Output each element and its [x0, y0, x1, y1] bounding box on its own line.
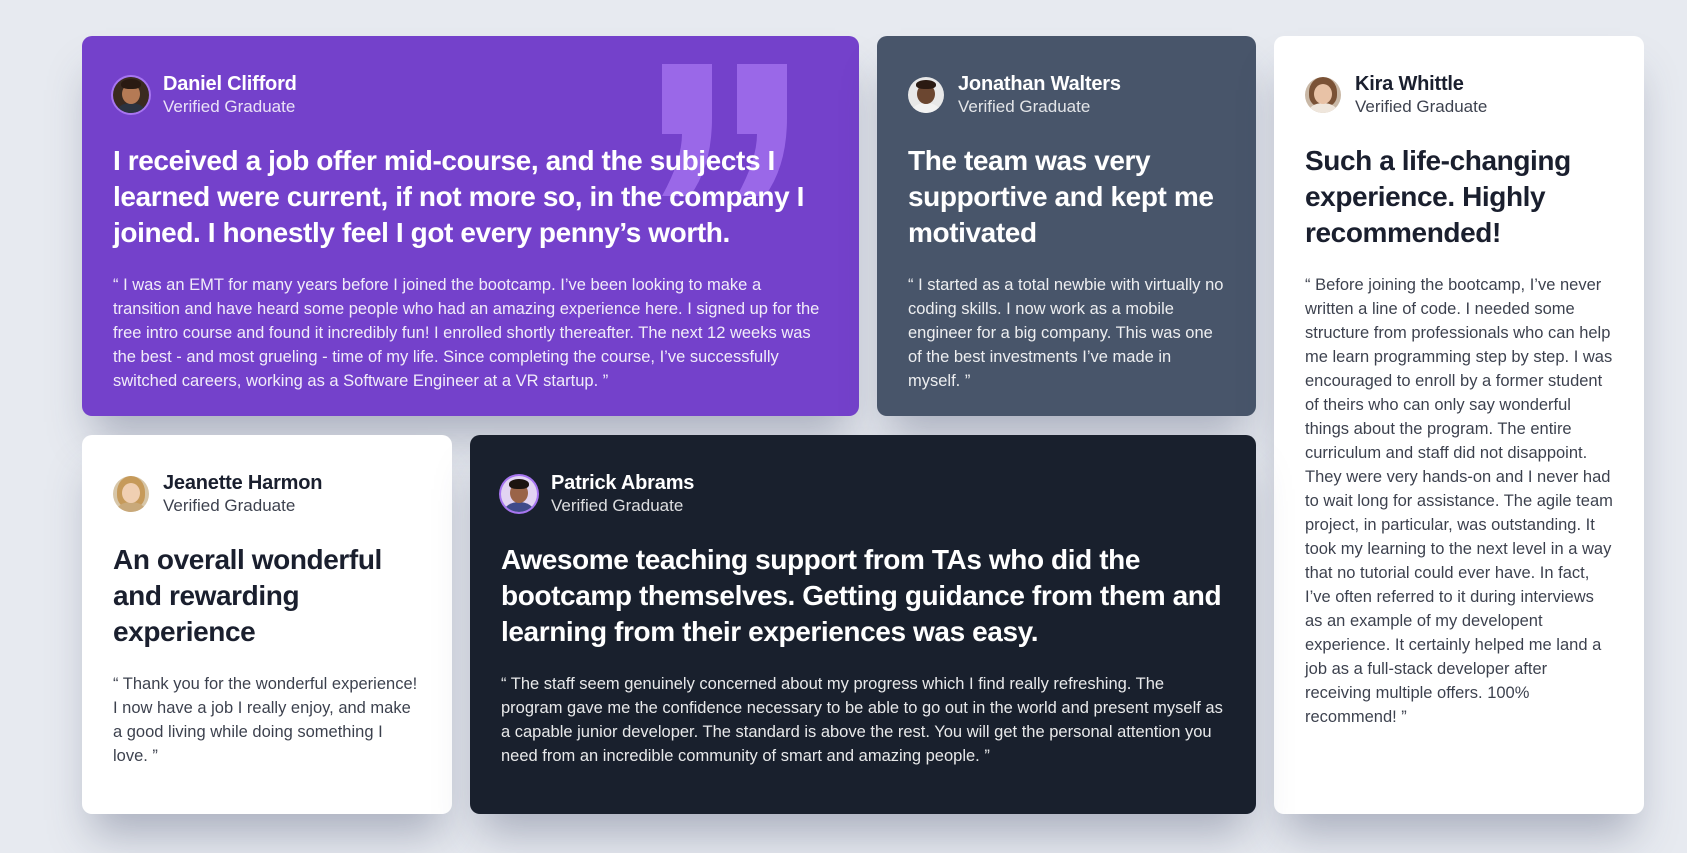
testimonial-role: Verified Graduate	[1355, 97, 1488, 116]
testimonial-header: Jonathan Walters Verified Graduate	[908, 72, 1225, 117]
testimonial-card-daniel: Daniel Clifford Verified Graduate I rece…	[82, 36, 859, 416]
testimonial-body: “ I was an EMT for many years before I j…	[113, 276, 820, 391]
testimonial-title: Awesome teaching support from TAs who di…	[501, 544, 1222, 648]
testimonial-body: “ Thank you for the wonderful experience…	[113, 675, 418, 766]
testimonial-card-jeanette: Jeanette Harmon Verified Graduate An ove…	[82, 435, 452, 814]
testimonial-role: Verified Graduate	[163, 496, 296, 515]
testimonial-card-jonathan: Jonathan Walters Verified Graduate The t…	[877, 36, 1256, 416]
testimonial-card-kira: Kira Whittle Verified Graduate Such a li…	[1274, 36, 1644, 814]
woman-avatar-icon	[113, 475, 149, 512]
testimonial-role: Verified Graduate	[958, 97, 1091, 116]
testimonial-name: Daniel Clifford	[163, 73, 297, 95]
testimonial-card-patrick: Patrick Abrams Verified Graduate Awesome…	[470, 435, 1256, 814]
testimonial-name: Kira Whittle	[1355, 73, 1464, 95]
testimonial-name: Patrick Abrams	[551, 472, 695, 494]
testimonial-title: An overall wonderful and rewarding exper…	[113, 544, 382, 648]
testimonial-name: Jeanette Harmon	[163, 472, 323, 494]
testimonial-role: Verified Graduate	[163, 97, 296, 116]
testimonial-header: Daniel Clifford Verified Graduate	[113, 72, 828, 117]
testimonial-title: I received a job offer mid-course, and t…	[113, 145, 805, 249]
testimonial-header: Patrick Abrams Verified Graduate	[501, 471, 1225, 516]
testimonial-body: “ The staff seem genuinely concerned abo…	[501, 675, 1223, 766]
man-avatar-icon	[908, 76, 944, 113]
man-avatar-icon	[501, 475, 537, 512]
testimonials-grid: Daniel Clifford Verified Graduate I rece…	[82, 36, 1644, 815]
woman-avatar-icon	[1305, 76, 1341, 113]
testimonial-header: Jeanette Harmon Verified Graduate	[113, 471, 421, 516]
testimonial-name: Jonathan Walters	[958, 73, 1121, 95]
testimonial-body: “ Before joining the bootcamp, I’ve neve…	[1305, 276, 1613, 727]
testimonial-title: Such a life-changing experience. Highly …	[1305, 145, 1571, 249]
testimonial-role: Verified Graduate	[551, 496, 684, 515]
testimonial-header: Kira Whittle Verified Graduate	[1305, 72, 1613, 117]
testimonial-body: “ I started as a total newbie with virtu…	[908, 276, 1224, 391]
man-avatar-icon	[113, 76, 149, 113]
testimonial-title: The team was very supportive and kept me…	[908, 145, 1214, 249]
